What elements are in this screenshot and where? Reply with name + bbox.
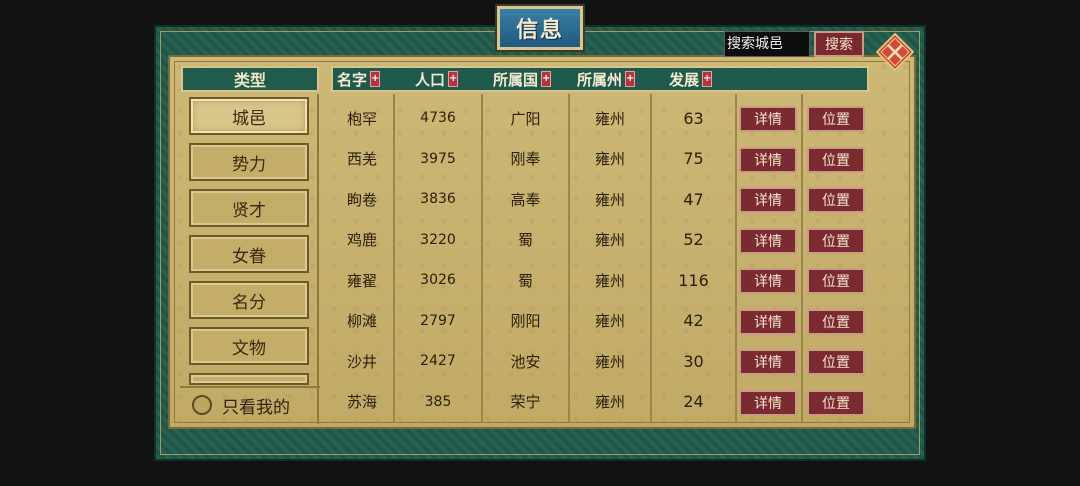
cell-development: 47 bbox=[683, 189, 704, 209]
cell-name: 沙井 bbox=[346, 352, 377, 371]
location-button[interactable]: 位置 bbox=[807, 389, 865, 416]
location-button[interactable]: 位置 bbox=[807, 146, 865, 173]
cell-country: 刚阳 bbox=[510, 312, 541, 330]
close-x-icon bbox=[875, 32, 915, 72]
sort-plus-icon[interactable]: + bbox=[448, 71, 459, 87]
cell-name: 雍翟 bbox=[346, 271, 377, 290]
cell-state: 雍州 bbox=[594, 231, 625, 249]
detail-button[interactable]: 详情 bbox=[739, 106, 797, 132]
cell-country: 刚奉 bbox=[510, 150, 541, 168]
search-button[interactable]: 搜索 bbox=[814, 31, 864, 57]
cell-population: 3836 bbox=[420, 191, 456, 207]
cell-country: 蜀 bbox=[517, 271, 533, 290]
table-row: 鸡鹿 3220 蜀 雍州 52 详情 位置 bbox=[331, 220, 869, 260]
column-header-name[interactable]: 名字 + bbox=[337, 68, 381, 90]
column-header-development[interactable]: 发展 + bbox=[669, 68, 713, 90]
detail-button[interactable]: 详情 bbox=[739, 187, 797, 213]
sidebar-item[interactable]: 城邑 bbox=[189, 97, 309, 135]
search-input[interactable] bbox=[724, 31, 810, 57]
detail-button[interactable]: 详情 bbox=[739, 268, 797, 294]
location-button[interactable]: 位置 bbox=[807, 349, 865, 375]
column-label: 所属国 bbox=[493, 70, 539, 89]
column-label: 人口 bbox=[415, 70, 446, 89]
column-header-country[interactable]: 所属国 + bbox=[493, 68, 552, 90]
cell-population: 385 bbox=[424, 393, 452, 410]
sidebar-item-partial[interactable] bbox=[189, 373, 309, 385]
cell-state: 雍州 bbox=[594, 190, 625, 209]
table-row: 枹罕 4736 广阳 雍州 63 详情 位置 bbox=[331, 98, 869, 138]
location-button[interactable]: 位置 bbox=[807, 268, 865, 294]
cell-development: 63 bbox=[683, 108, 704, 128]
table-row: 柳滩 2797 刚阳 雍州 42 详情 位置 bbox=[331, 301, 869, 341]
cell-name: 苏海 bbox=[346, 393, 377, 411]
window-title-plate: 信息 bbox=[497, 6, 583, 50]
column-header-population[interactable]: 人口 + bbox=[415, 68, 459, 90]
radio-icon[interactable] bbox=[192, 395, 212, 415]
cell-state: 雍州 bbox=[594, 150, 625, 168]
cell-development: 42 bbox=[683, 311, 704, 330]
location-button[interactable]: 位置 bbox=[807, 227, 865, 254]
column-label: 名字 bbox=[337, 70, 368, 89]
table-row: 苏海 385 荣宁 雍州 24 详情 位置 bbox=[331, 382, 869, 422]
close-button[interactable] bbox=[875, 32, 915, 72]
cell-country: 蜀 bbox=[517, 231, 533, 249]
cell-name: 柳滩 bbox=[346, 312, 377, 330]
cell-country: 荣宁 bbox=[510, 393, 541, 411]
table-row: 西羌 3975 刚奉 雍州 75 详情 位置 bbox=[331, 139, 869, 179]
sort-plus-icon[interactable]: + bbox=[541, 71, 552, 87]
table-header: 名字 + 人口 + 所属国 + 所属州 + 发展 + bbox=[331, 66, 869, 92]
sort-plus-icon[interactable]: + bbox=[625, 71, 636, 87]
cell-name: 眗卷 bbox=[346, 190, 377, 209]
cell-population: 3975 bbox=[420, 150, 456, 167]
sidebar-item[interactable]: 女眷 bbox=[189, 235, 309, 273]
location-button[interactable]: 位置 bbox=[807, 106, 865, 132]
cell-country: 广阳 bbox=[510, 109, 541, 128]
cell-development: 24 bbox=[683, 392, 704, 411]
cell-country: 池安 bbox=[510, 352, 541, 371]
cell-name: 鸡鹿 bbox=[346, 231, 377, 249]
cell-development: 75 bbox=[683, 149, 704, 168]
detail-button[interactable]: 详情 bbox=[739, 308, 797, 335]
cell-state: 雍州 bbox=[594, 109, 625, 128]
location-button[interactable]: 位置 bbox=[807, 187, 865, 213]
cell-population: 3220 bbox=[420, 231, 456, 248]
cell-name: 西羌 bbox=[346, 150, 377, 168]
table-row: 雍翟 3026 蜀 雍州 116 详情 位置 bbox=[331, 260, 869, 300]
location-button[interactable]: 位置 bbox=[807, 308, 865, 335]
cell-population: 2797 bbox=[420, 312, 456, 329]
sidebar-item[interactable]: 名分 bbox=[189, 281, 309, 319]
detail-button[interactable]: 详情 bbox=[739, 227, 797, 254]
cell-state: 雍州 bbox=[594, 352, 625, 371]
cell-development: 30 bbox=[683, 351, 704, 371]
sidebar-item[interactable]: 贤才 bbox=[189, 189, 309, 227]
cell-development: 116 bbox=[678, 270, 709, 290]
cell-state: 雍州 bbox=[594, 312, 625, 330]
detail-button[interactable]: 详情 bbox=[739, 349, 797, 375]
only-mine-toggle[interactable]: 只看我的 bbox=[180, 386, 320, 422]
column-header-state[interactable]: 所属州 + bbox=[577, 68, 636, 90]
cell-name: 枹罕 bbox=[346, 109, 377, 128]
type-header: 类型 bbox=[181, 66, 319, 92]
table-row: 沙井 2427 池安 雍州 30 详情 位置 bbox=[331, 341, 869, 381]
cell-development: 52 bbox=[683, 230, 704, 249]
only-mine-label: 只看我的 bbox=[222, 397, 290, 418]
cell-state: 雍州 bbox=[594, 271, 625, 290]
window-title: 信息 bbox=[515, 18, 564, 43]
cell-population: 3026 bbox=[420, 272, 456, 288]
sort-plus-icon[interactable]: + bbox=[702, 71, 713, 87]
column-label: 所属州 bbox=[577, 70, 623, 89]
column-label: 发展 bbox=[669, 70, 700, 89]
detail-button[interactable]: 详情 bbox=[739, 389, 797, 416]
sort-plus-icon[interactable]: + bbox=[370, 71, 381, 87]
cell-population: 4736 bbox=[420, 110, 456, 126]
cell-population: 2427 bbox=[420, 353, 456, 369]
table-row: 眗卷 3836 高奉 雍州 47 详情 位置 bbox=[331, 179, 869, 219]
detail-button[interactable]: 详情 bbox=[739, 146, 797, 173]
sidebar-item[interactable]: 势力 bbox=[189, 143, 309, 181]
sidebar-item[interactable]: 文物 bbox=[189, 327, 309, 365]
cell-country: 高奉 bbox=[510, 190, 541, 209]
cell-state: 雍州 bbox=[594, 393, 625, 411]
